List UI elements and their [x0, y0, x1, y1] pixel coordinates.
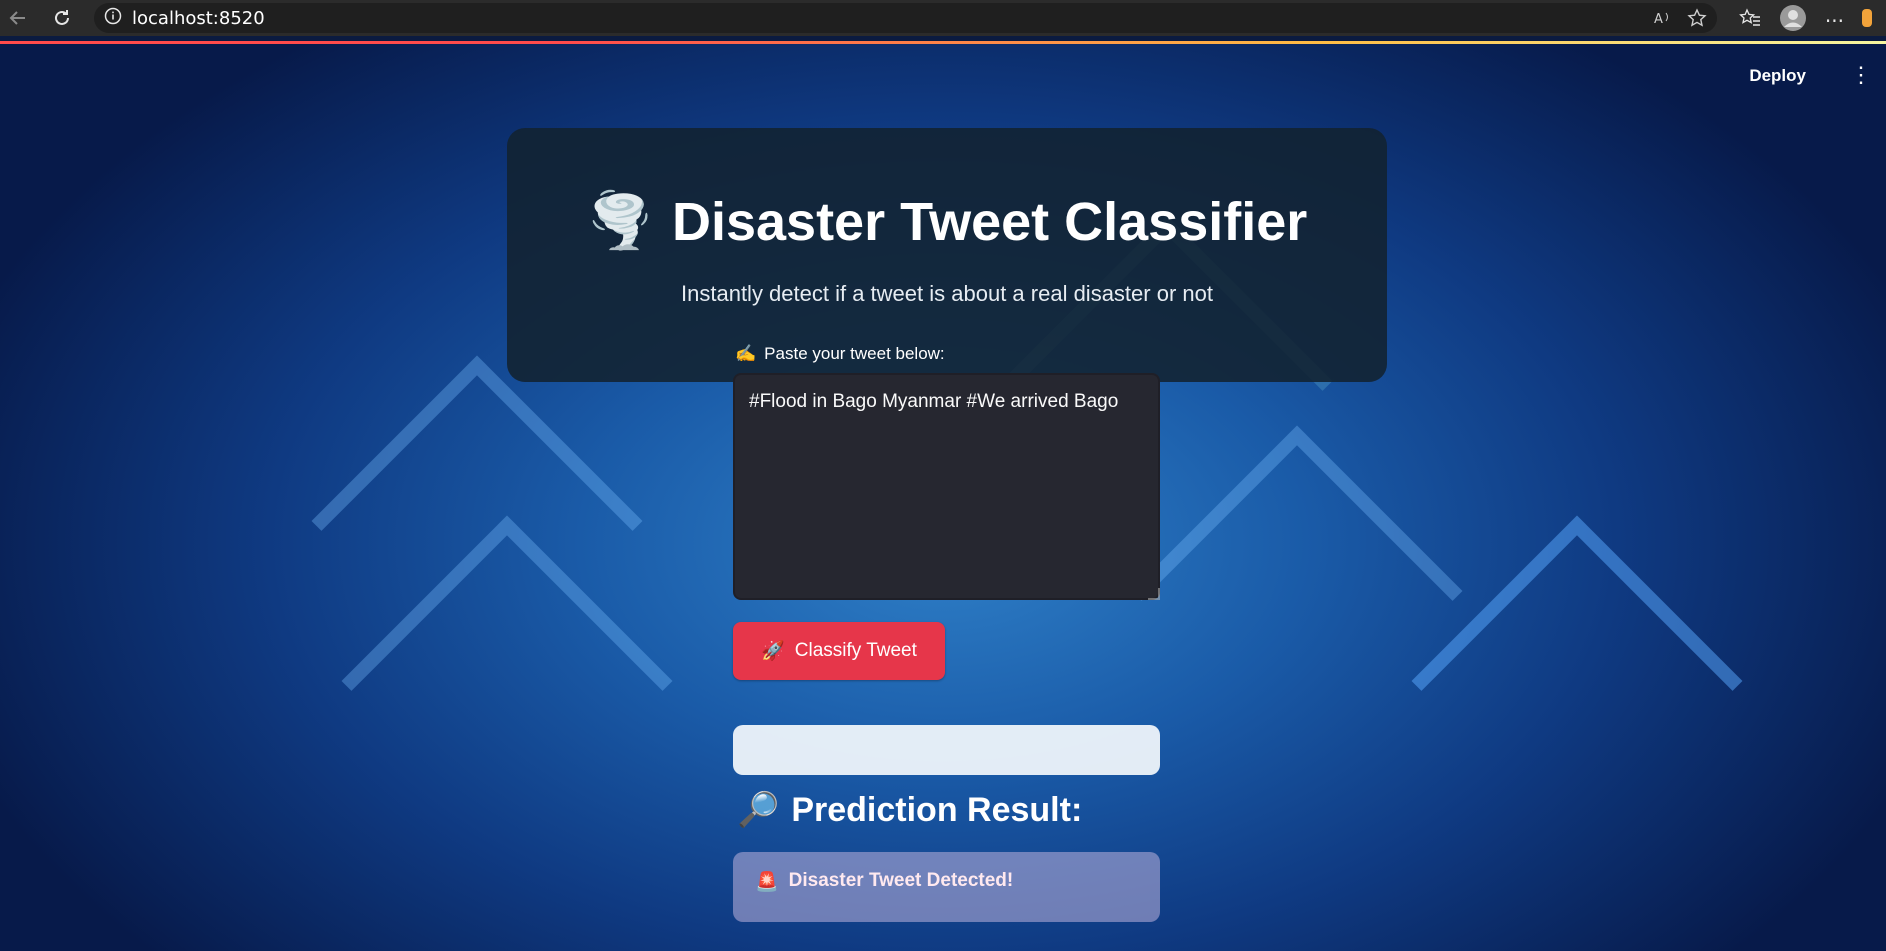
background-chevron	[1411, 515, 1743, 847]
read-aloud-icon[interactable]: A	[1653, 8, 1673, 33]
writing-hand-icon: ✍️	[735, 344, 757, 363]
url-text[interactable]: localhost:8520	[132, 8, 265, 29]
address-bar[interactable]: localhost:8520 A	[94, 3, 1717, 33]
tweet-input-label: ✍️ Paste your tweet below:	[735, 344, 945, 364]
tweet-input-label-text: Paste your tweet below:	[764, 344, 945, 363]
classify-button-label: Classify Tweet	[794, 640, 917, 661]
prediction-alert-text: Disaster Tweet Detected!	[788, 870, 1014, 891]
tweet-input[interactable]: #Flood in Bago Myanmar #We arrived Bago	[733, 373, 1160, 600]
page-subtitle: Instantly detect if a tweet is about a r…	[681, 281, 1213, 306]
resize-handle[interactable]	[1148, 588, 1160, 600]
magnifier-icon: 🔎	[737, 791, 780, 829]
result-placeholder-box	[733, 725, 1160, 775]
browser-toolbar: localhost:8520 A ···	[0, 0, 1886, 36]
profile-icon[interactable]	[1779, 4, 1807, 37]
info-icon[interactable]	[104, 7, 122, 30]
prediction-alert: 🚨 Disaster Tweet Detected!	[733, 852, 1160, 922]
page-title: 🌪️ Disaster Tweet Classifier	[507, 190, 1387, 253]
copilot-icon[interactable]	[1862, 7, 1872, 34]
more-icon[interactable]: ···	[1825, 9, 1844, 33]
siren-icon: 🚨	[755, 872, 779, 893]
prediction-result-heading: 🔎 Prediction Result:	[737, 790, 1082, 830]
back-icon[interactable]	[2, 2, 34, 34]
main-menu-icon[interactable]: ⋮	[1850, 64, 1872, 86]
rocket-icon: 🚀	[761, 641, 785, 662]
deploy-button[interactable]: Deploy	[1749, 66, 1806, 86]
prediction-result-text: Prediction Result:	[791, 790, 1083, 829]
hero-card: 🌪️ Disaster Tweet Classifier Instantly d…	[507, 128, 1387, 382]
title-text: Disaster Tweet Classifier	[671, 191, 1308, 252]
svg-text:A: A	[1654, 12, 1663, 27]
classify-tweet-button[interactable]: 🚀 Classify Tweet	[733, 622, 945, 680]
favorite-star-icon[interactable]	[1687, 8, 1707, 33]
tornado-icon: 🌪️	[586, 191, 654, 251]
reload-icon[interactable]	[46, 2, 78, 34]
favorites-icon[interactable]	[1739, 7, 1761, 34]
